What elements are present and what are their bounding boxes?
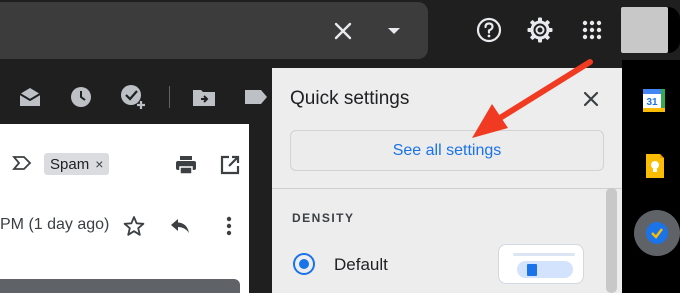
annotation-arrow: [472, 59, 593, 138]
